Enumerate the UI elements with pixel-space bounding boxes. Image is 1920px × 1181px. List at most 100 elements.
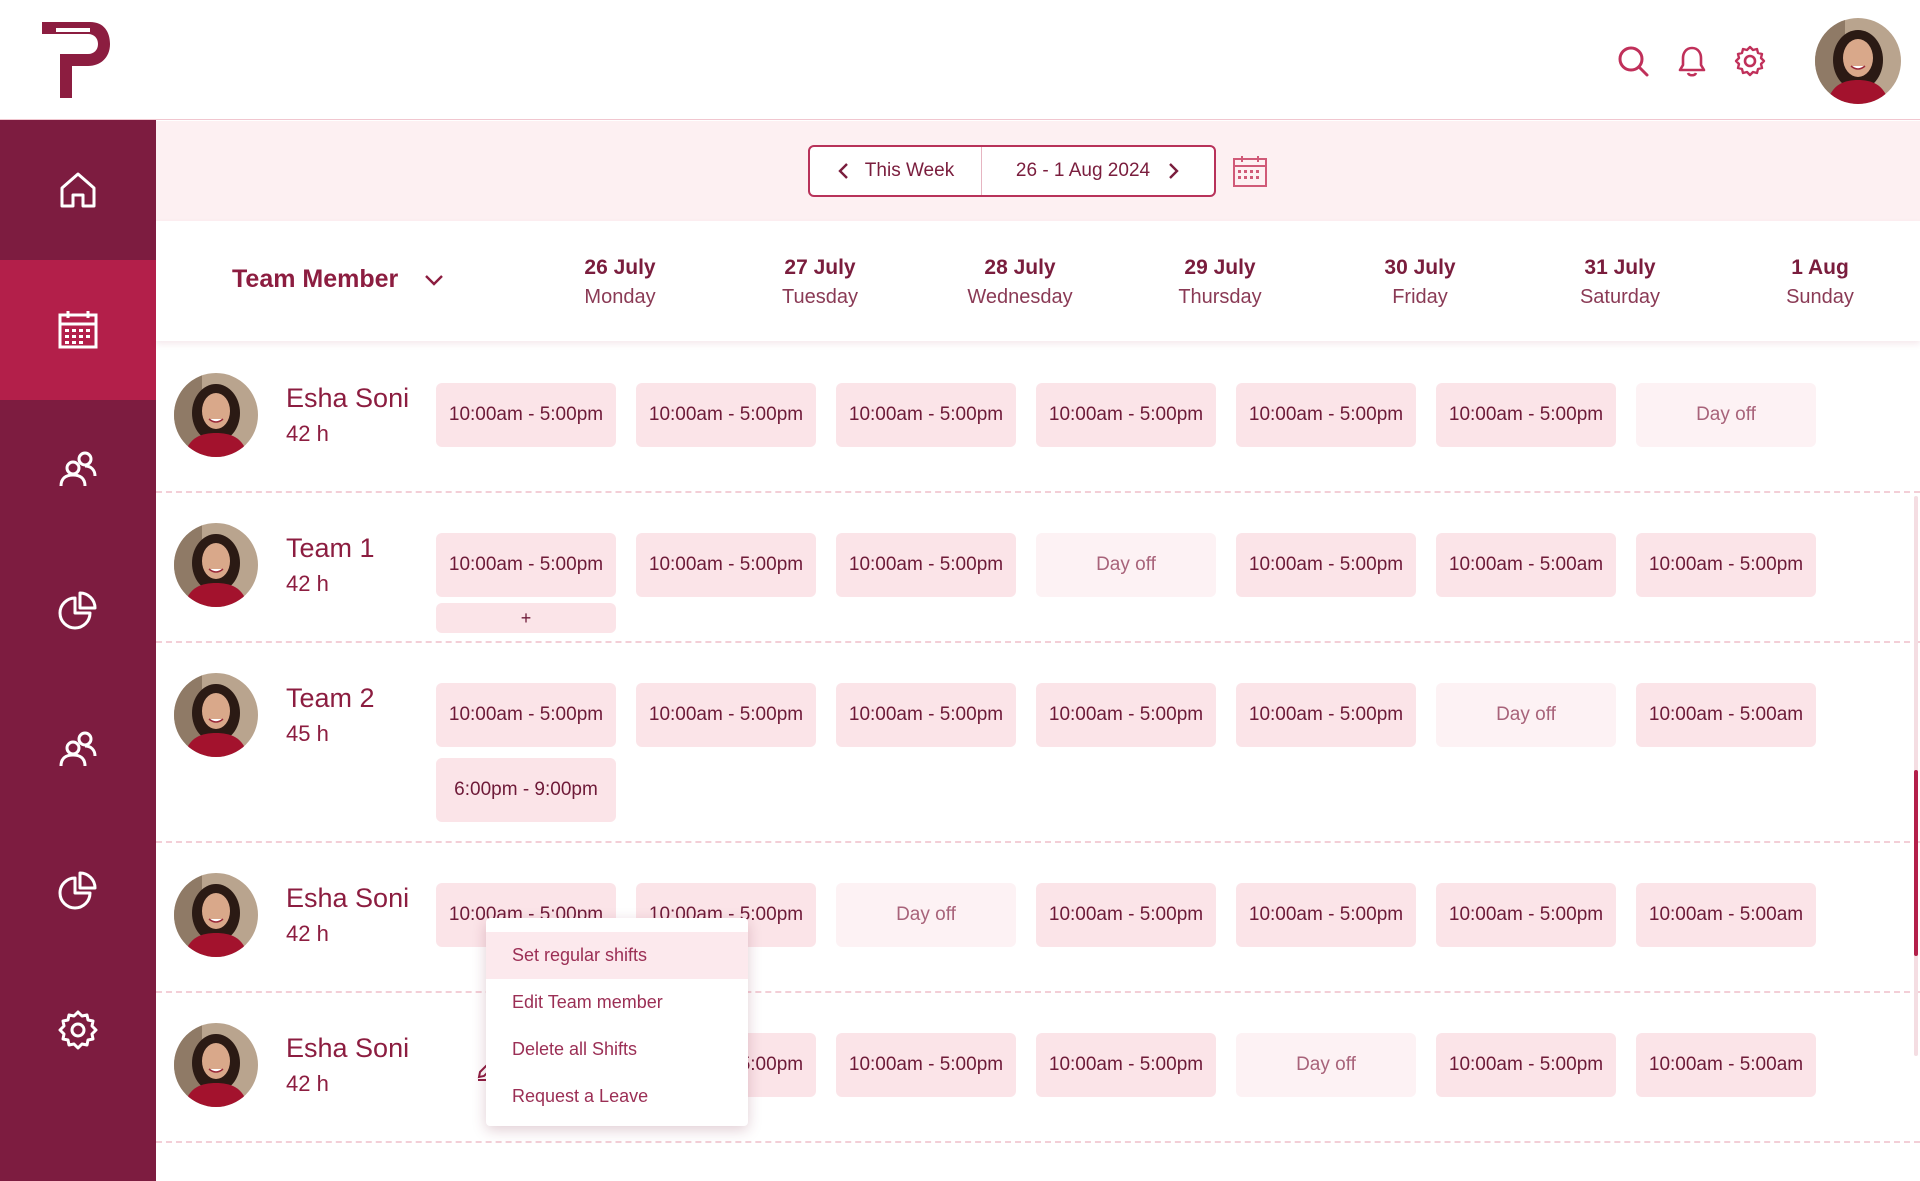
- calendar-icon: [58, 311, 98, 349]
- avatar[interactable]: [174, 1023, 258, 1107]
- member-name: Team 2: [286, 683, 375, 713]
- scrollbar-thumb[interactable]: [1914, 770, 1918, 956]
- sidebar-item-schedule[interactable]: [0, 260, 156, 400]
- day-off-cell[interactable]: Day off: [1236, 1033, 1416, 1097]
- gear-icon[interactable]: [1733, 44, 1767, 78]
- member-name: Esha Soni: [286, 1033, 410, 1063]
- day-date: 31 July: [1584, 256, 1656, 279]
- member-hours: 42 h: [286, 571, 329, 596]
- user-avatar[interactable]: [1815, 18, 1901, 104]
- day-column-header: 29 July Thursday: [1130, 253, 1310, 311]
- day-off-cell[interactable]: Day off: [836, 883, 1016, 947]
- sidebar-item-team[interactable]: [0, 400, 156, 540]
- day-date: 26 July: [584, 256, 656, 279]
- avatar[interactable]: [174, 873, 258, 957]
- shift-cell[interactable]: 6:00pm - 9:00pm: [436, 758, 616, 822]
- shift-cell[interactable]: 10:00am - 5:00pm: [836, 683, 1016, 747]
- menu-item-delete-all-shifts[interactable]: Delete all Shifts: [486, 1026, 748, 1073]
- chevron-right-icon: [1169, 163, 1179, 179]
- calendar-picker-icon[interactable]: [1232, 154, 1268, 188]
- bell-icon[interactable]: [1675, 44, 1709, 78]
- menu-item-request-leave[interactable]: Request a Leave: [486, 1073, 748, 1120]
- sidebar-item-home[interactable]: [0, 120, 156, 260]
- shift-cell[interactable]: 10:00am - 5:00pm: [1236, 383, 1416, 447]
- pie-chart-icon: [58, 591, 97, 630]
- shift-cell[interactable]: 10:00am - 5:00pm: [1036, 883, 1216, 947]
- day-name: Tuesday: [782, 286, 858, 308]
- day-name: Saturday: [1579, 286, 1661, 308]
- shift-cell[interactable]: 10:00am - 5:00pm: [436, 383, 616, 447]
- gear-icon: [58, 1010, 98, 1050]
- sidebar-item-team-2[interactable]: [0, 680, 156, 820]
- shift-cell[interactable]: 10:00am - 5:00pm: [636, 683, 816, 747]
- shift-cell[interactable]: 10:00am - 5:00pm: [836, 383, 1016, 447]
- shift-cell[interactable]: 10:00am - 5:00pm: [1636, 533, 1816, 597]
- shift-cell[interactable]: 10:00am - 5:00am: [1636, 683, 1816, 747]
- shift-cell[interactable]: 10:00am - 5:00pm: [1436, 1033, 1616, 1097]
- this-week-label: This Week: [864, 160, 955, 181]
- avatar[interactable]: [174, 373, 258, 457]
- shift-cell[interactable]: 10:00am - 5:00am: [1436, 533, 1616, 597]
- member-hours: 42 h: [286, 921, 329, 946]
- day-column-header: 1 Aug Sunday: [1730, 253, 1910, 311]
- member-hours: 45 h: [286, 721, 329, 746]
- sidebar-item-reports[interactable]: [0, 540, 156, 680]
- week-selector-bar: This Week 26 - 1 Aug 2024: [156, 121, 1920, 221]
- prev-week-button[interactable]: This Week: [810, 147, 982, 195]
- day-date: 30 July: [1384, 256, 1456, 279]
- shift-cell[interactable]: 10:00am - 5:00pm: [436, 533, 616, 597]
- week-range-label: 26 - 1 Aug 2024: [1015, 160, 1151, 181]
- day-name: Friday: [1392, 286, 1448, 308]
- app-logo[interactable]: [38, 18, 112, 102]
- search-icon[interactable]: [1616, 44, 1650, 78]
- day-off-cell[interactable]: Day off: [1636, 383, 1816, 447]
- shift-cell[interactable]: 10:00am - 5:00pm: [636, 383, 816, 447]
- menu-item-edit-team-member[interactable]: Edit Team member: [486, 979, 748, 1026]
- row-context-menu: Set regular shifts Edit Team member Dele…: [486, 918, 748, 1126]
- shift-cell[interactable]: 10:00am - 5:00pm: [836, 533, 1016, 597]
- day-off-cell[interactable]: Day off: [1436, 683, 1616, 747]
- day-off-cell[interactable]: Day off: [1036, 533, 1216, 597]
- menu-item-set-regular-shifts[interactable]: Set regular shifts: [486, 932, 748, 979]
- day-name: Thursday: [1178, 286, 1262, 308]
- member-hours: 42 h: [286, 1071, 329, 1096]
- day-column-header: 28 July Wednesday: [930, 253, 1110, 311]
- team-member-filter[interactable]: Team Member: [232, 265, 444, 294]
- day-date: 29 July: [1184, 256, 1256, 279]
- shift-cell[interactable]: 10:00am - 5:00pm: [636, 533, 816, 597]
- table-row: Esha Soni 42 h 10:00am - 5:00pm 10:00am - 5…: [156, 993, 1920, 1143]
- member-name: Team 1: [286, 533, 375, 563]
- shift-cell[interactable]: 10:00am - 5:00pm: [1236, 533, 1416, 597]
- shift-cell[interactable]: 10:00am - 5:00pm: [1236, 683, 1416, 747]
- shift-cell[interactable]: 10:00am - 5:00am: [1636, 883, 1816, 947]
- pie-chart-icon: [58, 871, 97, 910]
- schedule-column-header: Team Member 26 July Monday 27 July Tuesd…: [156, 221, 1920, 341]
- member-name: Esha Soni: [286, 883, 410, 913]
- shift-cell[interactable]: 10:00am - 5:00pm: [1436, 383, 1616, 447]
- shift-cell[interactable]: 10:00am - 5:00pm: [1236, 883, 1416, 947]
- sidebar-item-reports-2[interactable]: [0, 820, 156, 960]
- sidebar-item-settings[interactable]: [0, 960, 156, 1100]
- shift-cell[interactable]: 10:00am - 5:00pm: [1036, 683, 1216, 747]
- shift-cell[interactable]: 10:00am - 5:00pm: [436, 683, 616, 747]
- shift-cell[interactable]: 10:00am - 5:00pm: [1036, 383, 1216, 447]
- home-icon: [60, 172, 96, 208]
- shift-cell[interactable]: 10:00am - 5:00pm: [836, 1033, 1016, 1097]
- avatar[interactable]: [174, 673, 258, 757]
- day-name: Sunday: [1786, 286, 1854, 308]
- shift-cell[interactable]: 10:00am - 5:00pm: [1436, 883, 1616, 947]
- users-icon: [59, 451, 97, 487]
- avatar[interactable]: [174, 523, 258, 607]
- top-header: [0, 0, 1920, 120]
- member-name: Esha Soni: [286, 383, 410, 413]
- add-shift-button[interactable]: +: [436, 603, 616, 633]
- chevron-down-icon: [425, 274, 444, 286]
- shift-cell[interactable]: 10:00am - 5:00am: [1636, 1033, 1816, 1097]
- table-row: Team 2 45 h 10:00am - 5:00pm 10:00am - 5:00…: [156, 643, 1920, 843]
- next-week-button[interactable]: 26 - 1 Aug 2024: [982, 147, 1214, 195]
- sidebar: [0, 120, 156, 1181]
- shift-cell[interactable]: 10:00am - 5:00pm: [1036, 1033, 1216, 1097]
- day-column-header: 27 July Tuesday: [730, 253, 910, 311]
- table-row: Esha Soni 42 h 10:00am - 5:00pm 10:00am - 5…: [156, 343, 1920, 493]
- day-date: 1 Aug: [1791, 256, 1849, 279]
